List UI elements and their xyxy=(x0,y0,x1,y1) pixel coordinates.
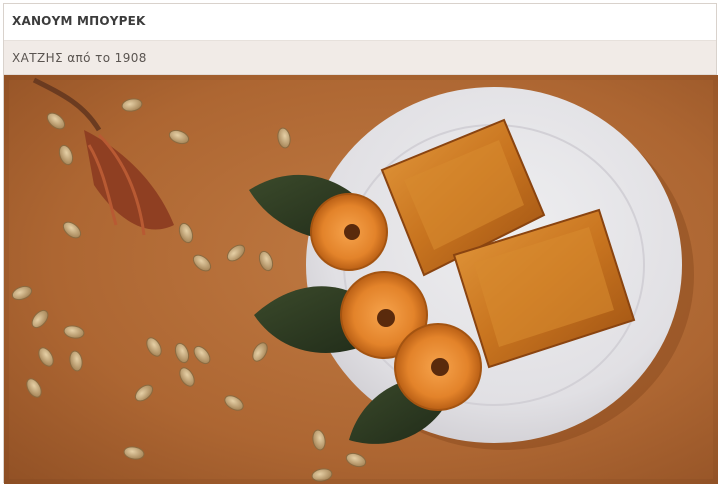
product-card: ΧΑΝΟΥΜ ΜΠΟΥΡΕΚ ΧΑΤΖΗΣ από το 1908 xyxy=(3,3,718,484)
product-photo-illustration xyxy=(4,75,718,484)
product-subtitle: ΧΑΤΖΗΣ από το 1908 xyxy=(12,51,147,65)
subtitle-bar: ΧΑΤΖΗΣ από το 1908 xyxy=(4,41,716,75)
product-title: ΧΑΝΟΥΜ ΜΠΟΥΡΕΚ xyxy=(12,14,146,28)
title-bar: ΧΑΝΟΥΜ ΜΠΟΥΡΕΚ xyxy=(4,4,716,41)
product-photo xyxy=(4,75,718,484)
orange-slice xyxy=(394,323,482,411)
orange-slice xyxy=(310,193,388,271)
